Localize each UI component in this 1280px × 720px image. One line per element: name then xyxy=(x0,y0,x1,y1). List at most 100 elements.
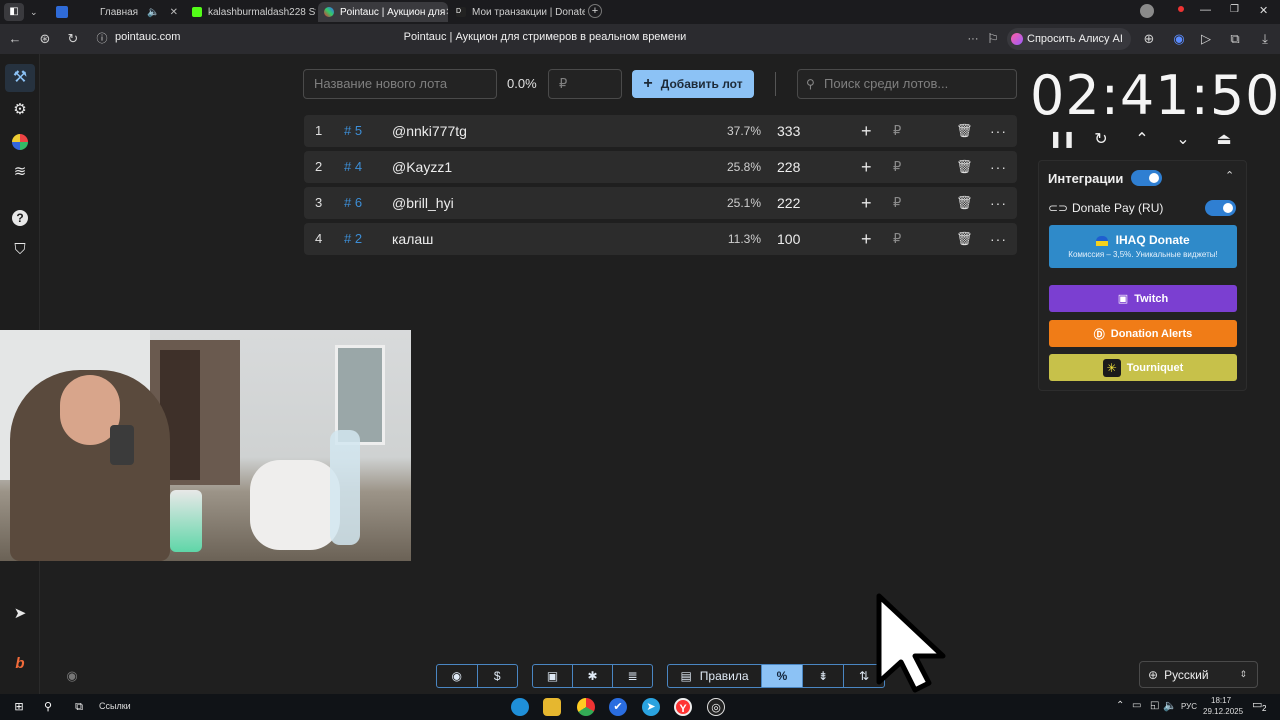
lot-name[interactable]: @nnki777tg xyxy=(392,115,467,147)
ruble-icon[interactable]: ₽ xyxy=(893,151,901,183)
site-info-icon[interactable]: ⓘ xyxy=(93,30,111,48)
tab-home[interactable]: Главная 🔈 ✕ xyxy=(94,2,184,22)
tab-pin-icon[interactable] xyxy=(56,6,68,18)
window-close-icon[interactable]: ✕ xyxy=(1259,4,1268,17)
extension-icon[interactable]: ◉ xyxy=(1170,30,1188,48)
new-tab-icon[interactable]: + xyxy=(588,4,602,18)
clock-date[interactable]: 29.12.2025 xyxy=(1203,707,1243,716)
language-select[interactable]: ⊕ Русский ⇕ xyxy=(1139,661,1258,688)
increase-time-icon[interactable]: ⌃ xyxy=(1131,129,1153,151)
lot-name[interactable]: @brill_hyi xyxy=(392,187,454,219)
tray-app-icon[interactable]: ▭ xyxy=(1132,700,1141,711)
lot-row[interactable]: 2 # 4 @Kayzz1 25.8% 228 + ₽ 🗑 ··· xyxy=(304,151,1017,183)
ruble-icon[interactable]: ₽ xyxy=(893,115,901,147)
tab-audio-icon[interactable]: 🔈 xyxy=(147,7,159,18)
tourniquet-button[interactable]: ✳ Tourniquet xyxy=(1049,354,1237,381)
url-text[interactable]: pointauc.com xyxy=(115,31,180,43)
add-amount-icon[interactable]: + xyxy=(861,187,872,219)
collapse-timer-icon[interactable]: ⏏ xyxy=(1213,129,1235,151)
trash-icon[interactable]: 🗑 xyxy=(956,115,973,147)
trash-icon[interactable]: 🗑 xyxy=(956,187,973,219)
add-lot-button[interactable]: + Добавить лот xyxy=(632,70,754,98)
layers-icon[interactable]: ≋ xyxy=(10,162,30,182)
github-icon[interactable]: ◉ xyxy=(437,665,478,687)
shield-icon[interactable]: ⛉ xyxy=(10,240,30,260)
donation-alerts-button[interactable]: Ⓓ Donation Alerts xyxy=(1049,320,1237,347)
back-arrow-icon[interactable]: ← xyxy=(6,30,24,48)
boosty-icon[interactable]: b xyxy=(10,654,30,674)
edge-icon[interactable] xyxy=(511,698,529,716)
chrome-icon[interactable] xyxy=(577,698,595,716)
add-amount-icon[interactable]: + xyxy=(861,223,872,255)
reload-icon[interactable]: ↻ xyxy=(64,30,82,48)
pause-icon[interactable]: ❚❚ xyxy=(1049,129,1076,151)
more-icon[interactable]: ··· xyxy=(990,151,1007,183)
trash-icon[interactable]: 🗑 xyxy=(956,151,973,183)
donatepay-toggle[interactable] xyxy=(1205,200,1236,216)
taskbar-search-icon[interactable]: ⚲ xyxy=(39,698,57,716)
browser-menu-icon[interactable]: ◧ xyxy=(4,3,24,21)
more-icon[interactable]: ··· xyxy=(990,115,1007,147)
window-restore-icon[interactable]: ❐ xyxy=(1230,4,1239,15)
amount-input[interactable]: ₽ xyxy=(548,69,622,99)
save-icon[interactable]: ▣ xyxy=(533,665,573,687)
twitch-button[interactable]: ▣ Twitch xyxy=(1049,285,1237,312)
settings-gear-icon[interactable]: ⚙ xyxy=(10,100,30,120)
input-language[interactable]: РУС xyxy=(1181,702,1197,711)
auction-icon[interactable]: ⚒ xyxy=(5,64,35,92)
collapse-chevron-icon[interactable]: ⌃ xyxy=(1225,169,1234,182)
percent-toggle-button[interactable]: % xyxy=(762,665,803,687)
reset-timer-icon[interactable]: ↻ xyxy=(1090,129,1112,151)
tab-close-icon[interactable]: ✕ xyxy=(445,7,448,18)
taskbar-links-label[interactable]: Ссылки xyxy=(99,701,131,711)
lot-row[interactable]: 1 # 5 @nnki777tg 37.7% 333 + ₽ 🗑 ··· xyxy=(304,115,1017,147)
ruble-icon[interactable]: ₽ xyxy=(893,187,901,219)
collections-icon[interactable]: ⧉ xyxy=(1226,30,1244,48)
protect-icon[interactable]: ⊛ xyxy=(36,30,54,48)
profile-avatar[interactable] xyxy=(1140,4,1154,18)
lot-name-input[interactable]: Название нового лота xyxy=(303,69,497,99)
visibility-eye-icon[interactable]: ◉ xyxy=(62,666,82,686)
network-icon[interactable]: ◱ xyxy=(1150,700,1159,711)
yandex-browser-icon[interactable]: Y xyxy=(674,698,692,716)
windows-start-icon[interactable]: ⊞ xyxy=(10,698,28,716)
clear-list-icon[interactable]: ≣ xyxy=(613,665,652,687)
add-amount-icon[interactable]: + xyxy=(861,115,872,147)
trash-icon[interactable]: 🗑 xyxy=(956,223,973,255)
app-check-icon[interactable]: ✔ xyxy=(609,698,627,716)
bookmark-icon[interactable]: ⚐ xyxy=(984,30,1002,48)
telegram-icon[interactable]: ➤ xyxy=(10,604,30,624)
rules-button[interactable]: ▤ Правила xyxy=(668,665,762,687)
decrease-time-icon[interactable]: ⌄ xyxy=(1172,129,1194,151)
lot-name[interactable]: @Kayzz1 xyxy=(392,151,452,183)
wheel-icon[interactable] xyxy=(10,132,30,152)
donate-dollar-icon[interactable]: $ xyxy=(478,665,518,687)
alice-button[interactable]: Спросить Алису AI xyxy=(1007,28,1131,50)
more-options-icon[interactable]: ··· xyxy=(964,30,982,48)
obs-icon[interactable]: ◎ xyxy=(707,698,725,716)
clock-time[interactable]: 18:17 xyxy=(1211,696,1231,705)
translate-icon[interactable]: ⊕ xyxy=(1140,30,1158,48)
tab-pointauc[interactable]: Pointauc | Аукцион для ✕ xyxy=(318,2,448,22)
bug-icon[interactable]: ✱ xyxy=(573,665,613,687)
lot-search-input[interactable]: ⚲ Поиск среди лотов... xyxy=(797,69,1017,99)
task-view-icon[interactable]: ⧉ xyxy=(70,698,88,716)
tray-chevron-icon[interactable]: ⌃ xyxy=(1116,700,1124,711)
tab-donate[interactable]: D Мои транзакции | Donate xyxy=(450,2,585,22)
lot-name[interactable]: калаш xyxy=(392,223,433,255)
tab-list-chevron-icon[interactable]: ⌄ xyxy=(30,4,44,20)
lot-row[interactable]: 3 # 6 @brill_hyi 25.1% 222 + ₽ 🗑 ··· xyxy=(304,187,1017,219)
tab-close-icon[interactable]: ✕ xyxy=(170,7,178,18)
help-icon[interactable]: ? xyxy=(10,208,30,228)
ruble-icon[interactable]: ₽ xyxy=(893,223,901,255)
more-icon[interactable]: ··· xyxy=(990,187,1007,219)
media-icon[interactable]: ▷ xyxy=(1197,30,1215,48)
volume-icon[interactable]: 🔈 xyxy=(1163,699,1177,712)
lot-row[interactable]: 4 # 2 калаш 11.3% 100 + ₽ 🗑 ··· xyxy=(304,223,1017,255)
compact-view-icon[interactable]: ⇟ xyxy=(803,665,844,687)
more-icon[interactable]: ··· xyxy=(990,223,1007,255)
file-explorer-icon[interactable] xyxy=(543,698,561,716)
ihaq-donate-button[interactable]: IHAQ Donate Комиссия – 3,5%. Уникальные … xyxy=(1049,225,1237,268)
add-amount-icon[interactable]: + xyxy=(861,151,872,183)
telegram-taskbar-icon[interactable]: ➤ xyxy=(642,698,660,716)
